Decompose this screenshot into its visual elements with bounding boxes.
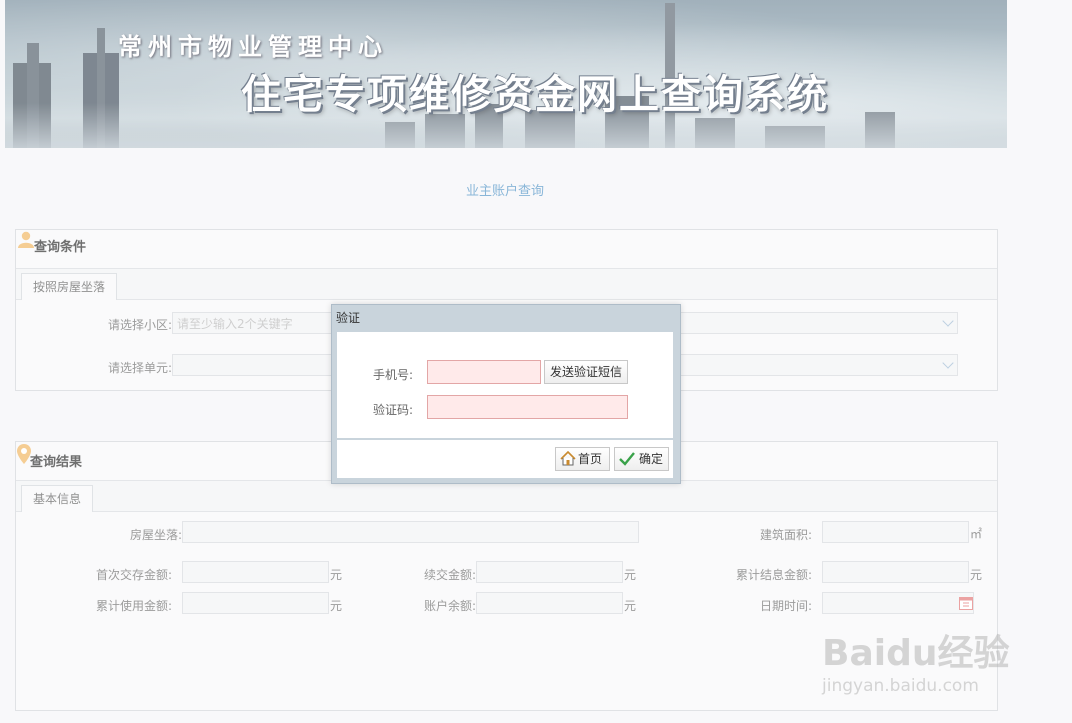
yuan-unit: 元 [970,568,983,582]
result-tabs: 基本信息 [16,481,997,512]
phone-label: 手机号: [372,368,413,382]
home-button-label: 首页 [578,452,603,466]
page-title: 业主账户查询 [465,184,544,199]
verify-dialog: 验证 手机号: 发送验证短信 验证码: 首页 确定 [331,304,681,484]
tab-basic-info[interactable]: 基本信息 [21,485,94,512]
location-label: 房屋坐落: [129,528,182,542]
query-panel-header: 查询条件 [16,230,997,269]
result-panel-title: 查询结果 [30,455,83,470]
location-field [182,521,639,543]
area-label: 建筑面积: [759,528,812,542]
header-banner: 常州市物业管理中心 住宅专项维修资金网上查询系统 [5,0,1007,148]
home-icon [560,451,576,466]
renewal-label: 续交金额: [423,568,476,582]
accrued-interest-label: 累计结息金额: [735,568,812,582]
dialog-body: 手机号: 发送验证短信 验证码: [337,332,673,438]
banner-subtitle: 常州市物业管理中心 [118,32,388,61]
yuan-unit: 元 [330,599,343,613]
code-input[interactable] [427,395,628,419]
watermark-url: jingyan.baidu.com [822,676,979,696]
used-label: 累计使用金额: [95,599,172,613]
watermark-brand: Baidu经验 [822,633,1010,674]
query-panel-title: 查询条件 [34,240,87,255]
used-field [182,592,329,614]
first-deposit-label: 首次交存金额: [95,568,172,582]
dialog-title: 验证 [336,311,361,325]
tab-by-location[interactable]: 按照房屋坐落 [21,273,118,300]
datetime-label: 日期时间: [759,599,812,613]
confirm-button[interactable]: 确定 [614,447,669,471]
send-sms-button[interactable]: 发送验证短信 [544,360,629,384]
phone-input[interactable] [427,360,541,384]
banner-title: 住宅专项维修资金网上查询系统 [241,72,829,118]
confirm-button-label: 确定 [639,452,664,466]
first-deposit-field [182,561,329,583]
calendar-icon[interactable] [959,596,973,610]
checkmark-icon [619,452,635,466]
yuan-unit: 元 [624,599,637,613]
renewal-field [476,561,623,583]
yuan-unit: 元 [624,568,637,582]
area-unit: ㎡ [970,527,983,541]
balance-field [476,592,623,614]
datetime-field[interactable] [822,592,974,614]
unit-label: 请选择单元: [107,361,172,375]
dialog-footer: 首页 确定 [337,440,673,478]
area-field [822,521,969,543]
query-tabs: 按照房屋坐落 [16,269,997,300]
location-pin-icon [17,444,31,464]
community-label: 请选择小区: [107,318,172,332]
balance-label: 账户余额: [423,599,476,613]
yuan-unit: 元 [330,568,343,582]
code-label: 验证码: [372,403,413,417]
accrued-interest-field [822,561,969,583]
user-icon [18,231,34,248]
home-button[interactable]: 首页 [555,447,610,471]
